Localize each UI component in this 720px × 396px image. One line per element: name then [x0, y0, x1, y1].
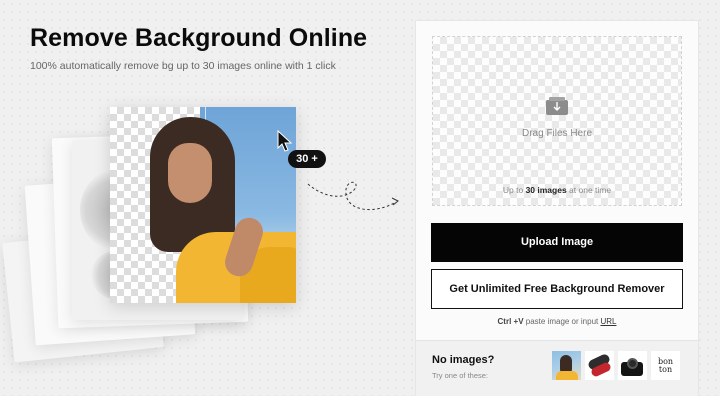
cursor-icon: [277, 130, 293, 152]
no-images-heading: No images?: [432, 354, 495, 366]
demo-photo: [110, 107, 296, 303]
page-subtitle: 100% automatically remove bg up to 30 im…: [30, 60, 336, 72]
limit-prefix: Up to: [502, 185, 526, 195]
transparent-pattern: [433, 37, 681, 205]
sample-thumb-logo[interactable]: bon ton: [651, 351, 680, 380]
drop-zone[interactable]: Drag Files Here Up to 30 images at one t…: [432, 36, 682, 206]
sample-thumb-camera[interactable]: [618, 351, 647, 380]
upload-limit-note: Up to 30 images at one time: [433, 185, 681, 195]
logo-text-bottom: ton: [658, 365, 673, 374]
drag-files-label: Drag Files Here: [521, 128, 593, 139]
paste-hint: Ctrl +V paste image or input URL: [431, 317, 683, 326]
woman-face: [168, 143, 212, 203]
upload-tray-icon: [546, 97, 568, 115]
dashed-arrow-icon: [307, 181, 399, 211]
hero-illustration: [0, 95, 410, 395]
input-url-link[interactable]: URL: [600, 317, 616, 326]
get-unlimited-button[interactable]: Get Unlimited Free Background Remover: [431, 269, 683, 309]
paste-text: paste image or input: [523, 317, 601, 326]
image-count-badge: 30 +: [288, 150, 326, 168]
paste-shortcut: Ctrl +V: [497, 317, 524, 326]
limit-suffix: at one time: [566, 185, 612, 195]
try-samples-hint: Try one of these:: [432, 371, 489, 380]
sample-thumb-sneakers[interactable]: [585, 351, 614, 380]
upload-image-button[interactable]: Upload Image: [431, 223, 683, 262]
limit-count: 30 images: [525, 185, 567, 195]
sample-thumb-woman[interactable]: [552, 351, 581, 380]
page-title: Remove Background Online: [30, 24, 368, 52]
